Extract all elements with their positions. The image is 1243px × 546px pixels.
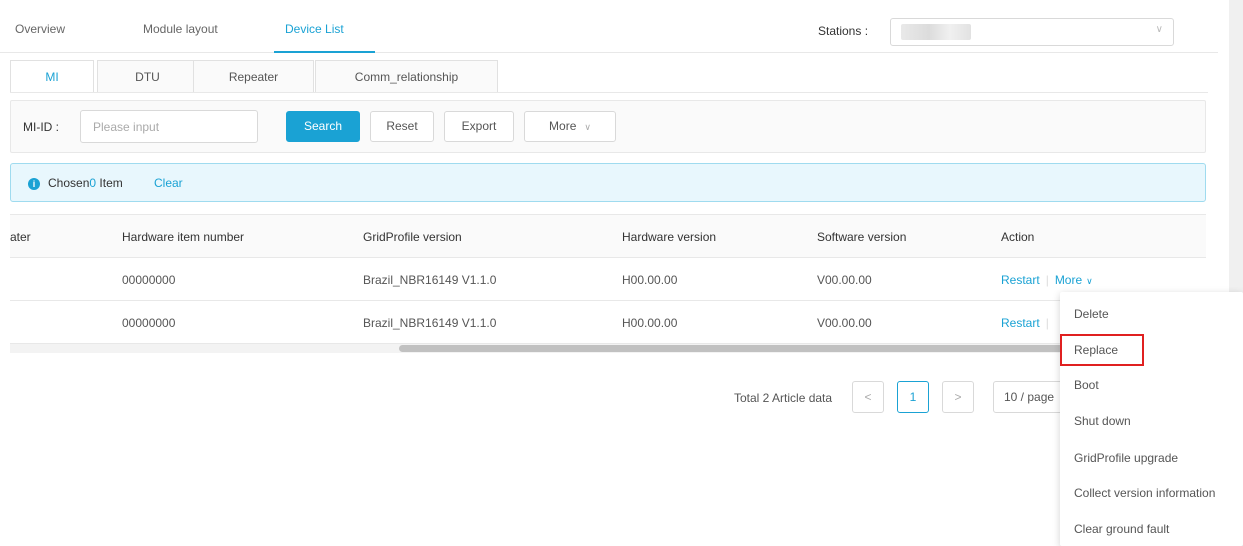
- action-cell: Restart |: [1001, 316, 1055, 330]
- subtabs-divider: [10, 92, 1208, 93]
- tab-module-layout[interactable]: Module layout: [143, 22, 218, 36]
- subtab-dtu[interactable]: DTU: [97, 60, 198, 92]
- table-header: ater Hardware item number GridProfile ve…: [10, 214, 1206, 258]
- subtab-comm-relationship[interactable]: Comm_relationship: [315, 60, 498, 92]
- menu-item-replace[interactable]: Replace: [1060, 334, 1144, 366]
- filter-bar: MI-ID : Search Reset Export More ∨: [10, 100, 1206, 153]
- subtab-mi[interactable]: MI: [10, 60, 94, 93]
- mi-id-label: MI-ID :: [23, 120, 59, 134]
- blurred-station-name: [901, 24, 971, 40]
- page-1-button[interactable]: 1: [897, 381, 929, 413]
- chosen-prefix: Chosen: [48, 176, 90, 190]
- reset-button[interactable]: Reset: [370, 111, 434, 142]
- clear-selection-link[interactable]: Clear: [154, 176, 183, 190]
- hardware-version-cell: H00.00.00: [622, 316, 678, 330]
- gridprofile-cell: Brazil_NBR16149 V1.1.0: [363, 316, 497, 330]
- hardware-item-cell: 00000000: [122, 316, 176, 330]
- more-actions-link[interactable]: More ∨: [1055, 273, 1093, 287]
- chevron-down-icon: ∨: [584, 122, 591, 132]
- column-header-hardware-item-number: Hardware item number: [122, 230, 245, 244]
- more-button-label: More: [549, 119, 577, 133]
- tab-overview[interactable]: Overview: [15, 22, 65, 36]
- menu-item-shut-down[interactable]: Shut down: [1060, 405, 1243, 437]
- next-page-button[interactable]: >: [942, 381, 974, 413]
- chevron-down-icon: ∨: [1155, 24, 1163, 35]
- selection-alert: i Chosen0 Item Clear: [10, 163, 1206, 202]
- horizontal-scrollbar[interactable]: [10, 344, 1206, 353]
- menu-item-delete[interactable]: Delete: [1060, 298, 1243, 330]
- table-row: 00000000 Brazil_NBR16149 V1.1.0 H00.00.0…: [10, 258, 1206, 301]
- hardware-item-cell: 00000000: [122, 273, 176, 287]
- action-cell: Restart | More ∨: [1001, 273, 1093, 287]
- pagination-total: Total 2 Article data: [734, 391, 833, 405]
- menu-item-clear-ground-fault[interactable]: Clear ground fault: [1060, 513, 1243, 545]
- action-separator: |: [1045, 273, 1049, 287]
- active-tab-indicator: [274, 51, 375, 53]
- more-actions-dropdown: Delete Replace Boot Shut down GridProfil…: [1060, 292, 1243, 546]
- tab-device-list[interactable]: Device List: [285, 22, 344, 36]
- more-button[interactable]: More ∨: [524, 111, 616, 142]
- column-header-action: Action: [1001, 230, 1035, 244]
- chevron-down-icon: ∨: [1086, 276, 1093, 286]
- chosen-count-text: Chosen0 Item: [48, 176, 123, 190]
- prev-page-button[interactable]: <: [852, 381, 884, 413]
- table-row: 00000000 Brazil_NBR16149 V1.1.0 H00.00.0…: [10, 301, 1206, 344]
- mi-id-input[interactable]: [80, 110, 258, 143]
- column-header-repeater: ater: [10, 230, 31, 244]
- menu-item-collect-version-information[interactable]: Collect version information: [1060, 477, 1243, 509]
- menu-item-boot[interactable]: Boot: [1060, 369, 1243, 401]
- chosen-suffix: Item: [96, 176, 123, 190]
- more-actions-label: More: [1054, 273, 1083, 287]
- restart-link[interactable]: Restart: [1001, 316, 1040, 330]
- action-separator: |: [1045, 316, 1049, 330]
- column-header-software-version: Software version: [817, 230, 907, 244]
- software-version-cell: V00.00.00: [817, 316, 872, 330]
- restart-link[interactable]: Restart: [1001, 273, 1040, 287]
- top-nav: Overview Module layout Device List Stati…: [0, 0, 1218, 53]
- software-version-cell: V00.00.00: [817, 273, 872, 287]
- info-icon: i: [28, 178, 40, 190]
- hardware-version-cell: H00.00.00: [622, 273, 678, 287]
- stations-select[interactable]: ∨: [890, 18, 1174, 46]
- gridprofile-cell: Brazil_NBR16149 V1.1.0: [363, 273, 497, 287]
- stations-label: Stations :: [818, 24, 869, 38]
- scrollbar-thumb[interactable]: [399, 345, 1099, 352]
- menu-item-gridprofile-upgrade[interactable]: GridProfile upgrade: [1060, 442, 1243, 474]
- search-button[interactable]: Search: [286, 111, 360, 142]
- export-button[interactable]: Export: [444, 111, 514, 142]
- column-header-gridprofile-version: GridProfile version: [363, 230, 462, 244]
- subtab-repeater[interactable]: Repeater: [193, 60, 314, 92]
- column-header-hardware-version: Hardware version: [622, 230, 717, 244]
